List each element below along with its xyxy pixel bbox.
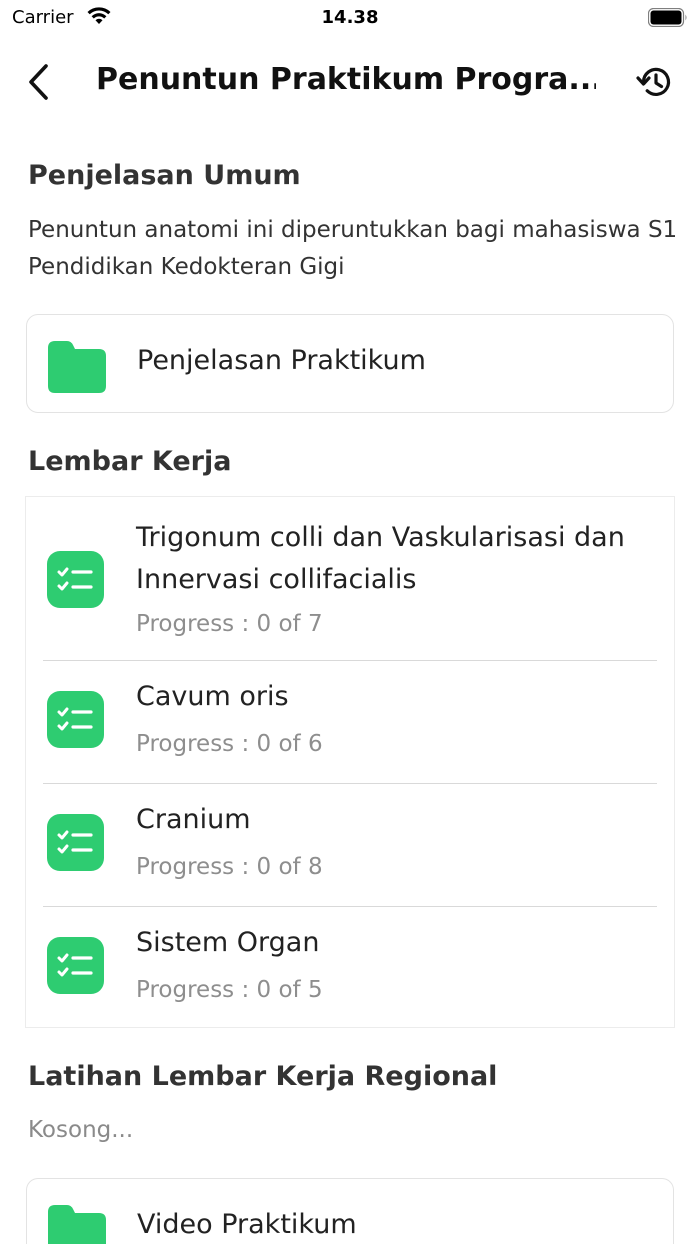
general-section-heading: Penjelasan Umum	[28, 160, 301, 191]
folder-card-video-praktikum[interactable]: Video Praktikum	[26, 1178, 674, 1244]
worksheet-title: Cavum oris	[136, 681, 289, 712]
page-title: Penuntun Praktikum Progra...	[96, 62, 596, 97]
worksheet-progress: Progress : 0 of 5	[136, 977, 323, 1003]
folder-card-penjelasan-praktikum[interactable]: Penjelasan Praktikum	[26, 314, 674, 413]
worksheet-title: Trigonum colli dan Vaskularisasi dan Inn…	[136, 522, 625, 595]
checklist-icon	[47, 814, 104, 871]
list-item-trigonum-colli[interactable]: Trigonum colli dan Vaskularisasi dan Inn…	[26, 497, 674, 660]
chevron-left-icon	[29, 64, 48, 100]
folder-label: Video Praktikum	[137, 1209, 357, 1240]
worksheet-progress: Progress : 0 of 6	[136, 731, 323, 757]
back-button[interactable]	[16, 58, 60, 106]
checklist-icon	[47, 551, 104, 608]
history-icon	[636, 67, 671, 96]
regional-empty-text: Kosong...	[28, 1117, 134, 1143]
battery-icon	[648, 8, 687, 27]
worksheets-section-heading: Lembar Kerja	[28, 446, 232, 477]
status-time: 14.38	[321, 7, 379, 28]
list-item-sistem-organ[interactable]: Sistem Organ Progress : 0 of 5	[26, 907, 674, 1029]
list-item-cranium[interactable]: Cranium Progress : 0 of 8	[26, 784, 674, 906]
folder-label: Penjelasan Praktikum	[137, 345, 426, 376]
regional-section-heading: Latihan Lembar Kerja Regional	[28, 1061, 498, 1092]
worksheet-progress: Progress : 0 of 7	[136, 611, 323, 637]
checklist-icon	[47, 937, 104, 994]
checklist-icon	[47, 691, 104, 748]
worksheet-list: Trigonum colli dan Vaskularisasi dan Inn…	[26, 496, 674, 1028]
worksheet-title: Sistem Organ	[136, 927, 320, 958]
worksheet-progress: Progress : 0 of 8	[136, 854, 323, 880]
list-item-cavum-oris[interactable]: Cavum oris Progress : 0 of 6	[26, 661, 674, 783]
navigation-bar: Penuntun Praktikum Progra...	[0, 44, 700, 120]
folder-icon	[48, 1205, 106, 1244]
history-button[interactable]	[632, 60, 676, 104]
worksheet-title: Cranium	[136, 804, 251, 835]
status-bar: Carrier 14.38	[0, 0, 700, 36]
general-description: Penuntun anatomi ini diperuntukkan bagi …	[28, 217, 678, 280]
folder-icon	[48, 341, 106, 393]
